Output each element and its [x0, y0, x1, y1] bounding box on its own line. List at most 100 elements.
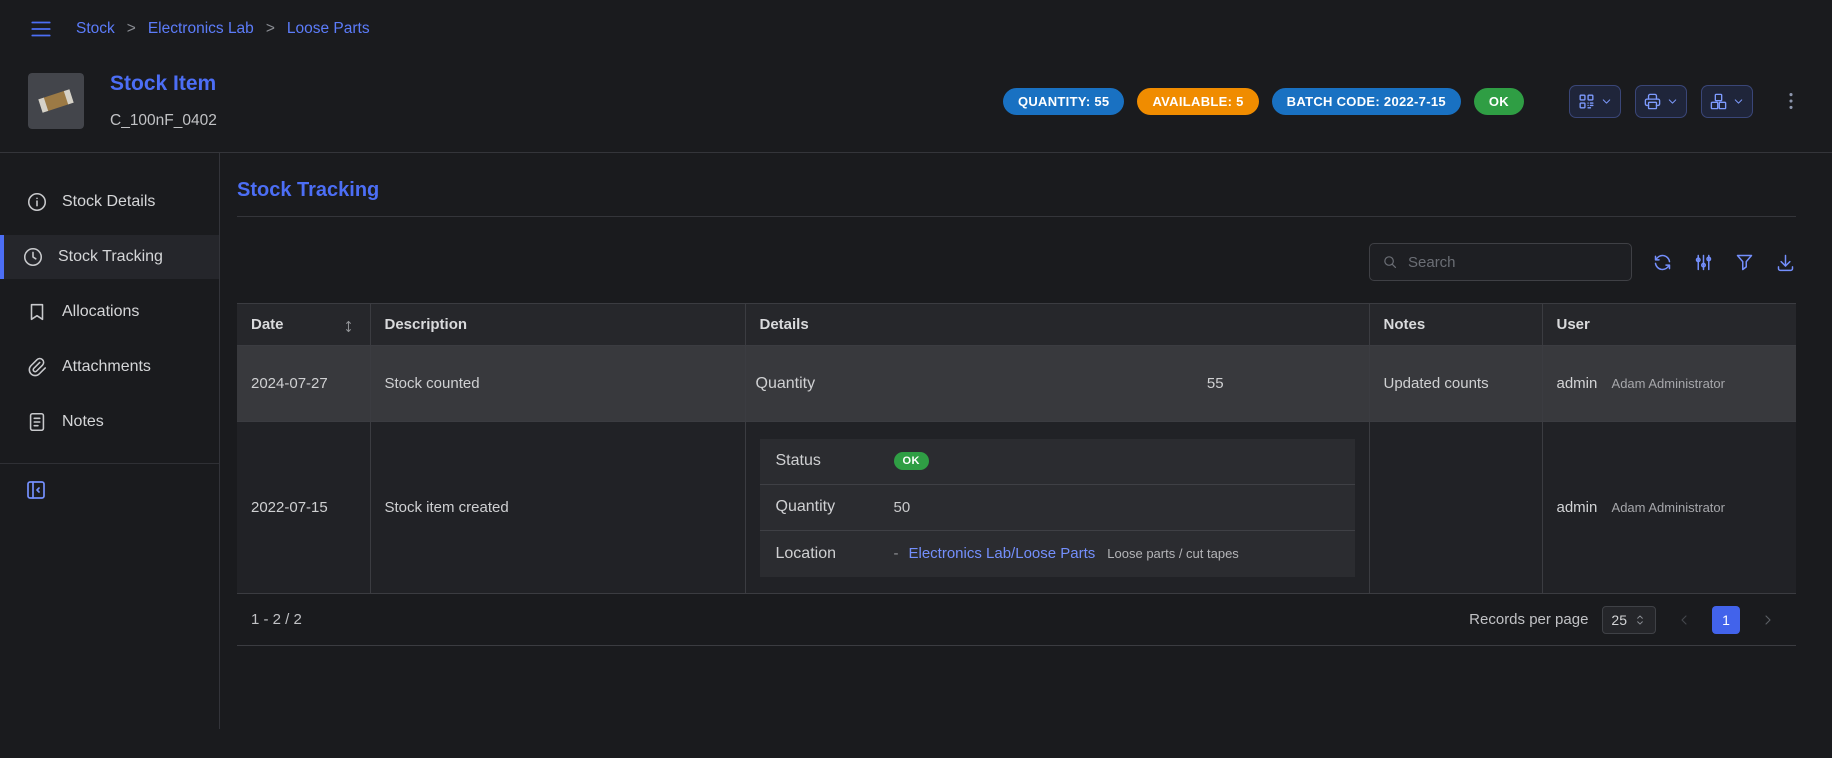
username: admin: [1557, 375, 1598, 392]
chevron-down-icon: [1666, 95, 1679, 108]
refresh-icon[interactable]: [1652, 252, 1673, 273]
more-options-icon[interactable]: [1780, 90, 1802, 112]
top-bar: Stock > Electronics Lab > Loose Parts: [0, 0, 1832, 58]
column-header-notes[interactable]: Notes: [1369, 304, 1542, 346]
breadcrumb-separator: >: [266, 20, 275, 38]
stock-actions-button[interactable]: [1701, 85, 1753, 118]
column-header-date[interactable]: Date: [237, 304, 370, 346]
detail-label: Quantity: [776, 498, 894, 516]
location-link[interactable]: Electronics Lab/Loose Parts: [909, 545, 1096, 562]
detail-row-status: Status OK: [760, 439, 1355, 485]
table-toolbar: [237, 243, 1796, 281]
header-actions: [1569, 85, 1753, 118]
sidebar-item-label: Notes: [62, 413, 104, 431]
detail-value: 50: [894, 499, 911, 516]
sidebar-item-label: Stock Tracking: [58, 248, 163, 266]
barcode-icon: [1577, 92, 1596, 111]
sidebar-item-stock-tracking[interactable]: Stock Tracking: [0, 235, 219, 279]
username: admin: [1557, 499, 1598, 516]
details-subtable: Status OK Quantity 50 Location - Electro…: [760, 439, 1355, 577]
chevron-down-icon: [1600, 95, 1613, 108]
user-fullname: Adam Administrator: [1612, 376, 1725, 391]
page-1-button[interactable]: 1: [1712, 606, 1740, 634]
available-badge: AVAILABLE: 5: [1137, 88, 1258, 115]
detail-label: Status: [776, 452, 894, 470]
description-cell: Stock item created: [370, 422, 745, 594]
section-divider: [237, 216, 1796, 217]
table-footer: 1 - 2 / 2 Records per page 25 1: [237, 594, 1796, 646]
user-cell: admin Adam Administrator: [1542, 346, 1796, 422]
location-description: Loose parts / cut tapes: [1107, 546, 1239, 561]
breadcrumb: Stock > Electronics Lab > Loose Parts: [76, 20, 370, 38]
section-title: Stock Tracking: [237, 179, 1796, 202]
barcode-actions-button[interactable]: [1569, 85, 1621, 118]
user-fullname: Adam Administrator: [1612, 500, 1725, 515]
sidebar-item-label: Attachments: [62, 358, 151, 376]
detail-label: Quantity: [756, 375, 1063, 393]
breadcrumb-link-stock[interactable]: Stock: [76, 20, 115, 38]
details-cell: Quantity 55: [745, 346, 1369, 422]
note-icon: [26, 411, 48, 433]
print-actions-button[interactable]: [1635, 85, 1687, 118]
chevron-down-icon: [1732, 95, 1745, 108]
table-settings-icon[interactable]: [1693, 252, 1714, 273]
sort-icon[interactable]: [341, 319, 356, 334]
detail-value: 55: [1062, 375, 1369, 392]
menu-icon[interactable]: [28, 16, 54, 42]
notes-cell: [1369, 422, 1542, 594]
column-header-description[interactable]: Description: [370, 304, 745, 346]
breadcrumb-link-loose-parts[interactable]: Loose Parts: [287, 20, 370, 38]
info-icon: [26, 191, 48, 213]
printer-icon: [1643, 92, 1662, 111]
page-size-select[interactable]: 25: [1602, 606, 1656, 634]
record-range: 1 - 2 / 2: [251, 611, 302, 628]
search-input[interactable]: [1408, 254, 1619, 271]
details-cell: Status OK Quantity 50 Location - Electro…: [745, 422, 1369, 594]
download-icon[interactable]: [1775, 252, 1796, 273]
breadcrumb-separator: >: [127, 20, 136, 38]
status-ok-badge: OK: [894, 452, 929, 470]
paperclip-icon: [26, 356, 48, 378]
table-header-row: Date Description Details Notes User: [237, 304, 1796, 346]
sidebar-item-label: Stock Details: [62, 193, 155, 211]
quantity-badge: QUANTITY: 55: [1003, 88, 1124, 115]
breadcrumb-link-electronics-lab[interactable]: Electronics Lab: [148, 20, 254, 38]
sidebar-item-stock-details[interactable]: Stock Details: [0, 180, 219, 224]
column-header-details[interactable]: Details: [745, 304, 1369, 346]
detail-label: Location: [776, 545, 894, 563]
table-row[interactable]: 2022-07-15 Stock item created Status OK …: [237, 422, 1796, 594]
page-header: Stock Item C_100nF_0402 QUANTITY: 55 AVA…: [0, 58, 1832, 152]
stock-actions-icon: [1709, 92, 1728, 111]
filter-icon[interactable]: [1734, 252, 1755, 273]
stock-tracking-table: Date Description Details Notes User 2024…: [237, 303, 1796, 594]
stock-item-thumbnail[interactable]: [28, 73, 84, 129]
next-page-button[interactable]: [1754, 606, 1782, 634]
search-icon: [1382, 254, 1399, 271]
sidebar-item-attachments[interactable]: Attachments: [0, 345, 219, 389]
sidebar-item-label: Allocations: [62, 303, 139, 321]
sidebar-item-allocations[interactable]: Allocations: [0, 290, 219, 334]
sidebar-divider: [0, 463, 219, 464]
collapse-sidebar-icon[interactable]: [0, 478, 219, 502]
batch-code-badge: BATCH CODE: 2022-7-15: [1272, 88, 1461, 115]
user-cell: admin Adam Administrator: [1542, 422, 1796, 594]
date-cell: 2024-07-27: [237, 346, 370, 422]
column-header-user[interactable]: User: [1542, 304, 1796, 346]
sidebar-item-notes[interactable]: Notes: [0, 400, 219, 444]
bookmark-icon: [26, 301, 48, 323]
page-title: Stock Item: [110, 72, 217, 96]
table-row[interactable]: 2024-07-27 Stock counted Quantity 55 Upd…: [237, 346, 1796, 422]
main-panel: Stock Tracking: [220, 153, 1832, 729]
detail-row-quantity: Quantity 50: [760, 485, 1355, 531]
location-dash: -: [894, 545, 899, 562]
history-icon: [22, 246, 44, 268]
prev-page-button[interactable]: [1670, 606, 1698, 634]
records-per-page-label: Records per page: [1469, 611, 1588, 628]
selector-icon: [1633, 613, 1647, 627]
notes-cell: Updated counts: [1369, 346, 1542, 422]
stock-item-name: C_100nF_0402: [110, 112, 217, 130]
detail-row-location: Location - Electronics Lab/Loose Parts L…: [760, 531, 1355, 577]
page-size-value: 25: [1611, 612, 1627, 628]
status-badge: OK: [1474, 88, 1524, 115]
search-box: [1369, 243, 1632, 281]
